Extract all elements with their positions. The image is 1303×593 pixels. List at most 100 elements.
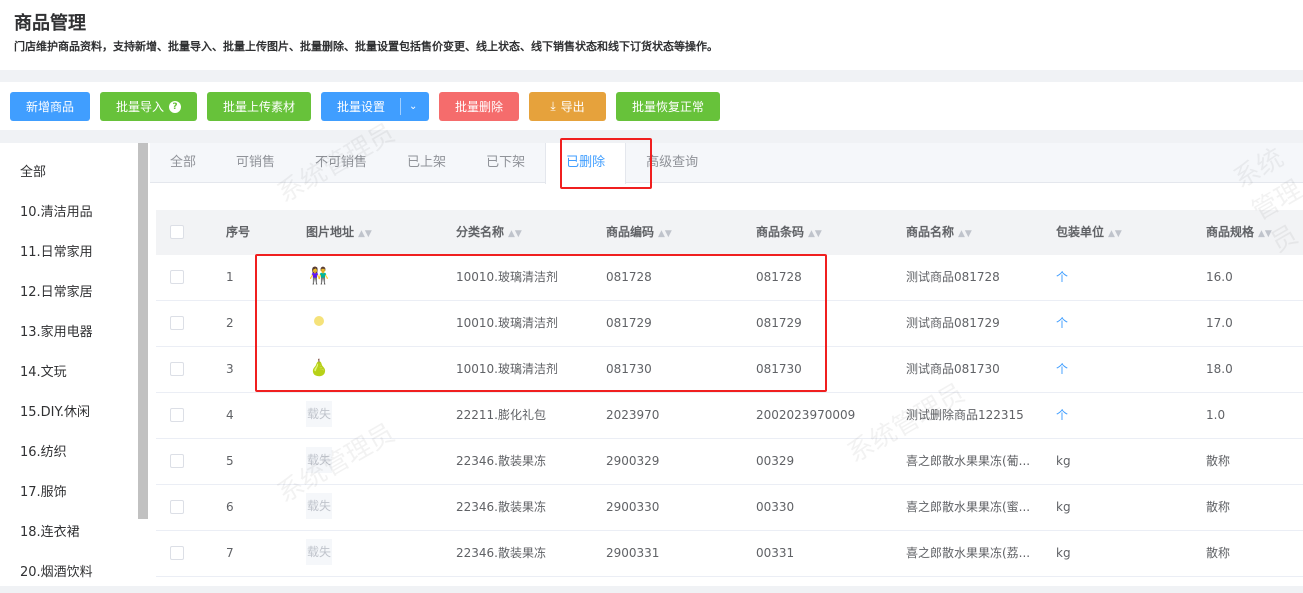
- row-checkbox[interactable]: [170, 408, 184, 422]
- sidebar-item[interactable]: 17.服饰: [0, 473, 150, 513]
- cell-unit: 个: [1056, 316, 1069, 330]
- sidebar-item[interactable]: 15.DIY.休闲: [0, 393, 150, 433]
- cell-no: 5: [226, 454, 234, 468]
- image-failed[interactable]: 载失: [306, 447, 332, 473]
- sidebar-item[interactable]: 11.日常家用: [0, 233, 150, 273]
- sidebar-scrollbar[interactable]: [138, 143, 148, 519]
- sort-icon[interactable]: ▲▼: [1258, 229, 1272, 239]
- page-title: 商品管理: [14, 13, 86, 34]
- cell-name: 喜之郎散水果果冻(葡...: [906, 454, 1031, 468]
- cell-code: 2900331: [606, 546, 660, 560]
- cell-cat: 22346.散装果冻: [456, 454, 546, 468]
- column-header: 序号: [226, 210, 250, 255]
- highlight-deleted-tab: [560, 138, 652, 189]
- column-label: 商品规格: [1206, 225, 1255, 239]
- cell-unit: kg: [1056, 500, 1071, 514]
- upload-label: 批量上传素材: [222, 100, 295, 114]
- sort-icon[interactable]: ▲▼: [958, 229, 972, 239]
- sort-icon[interactable]: ▲▼: [658, 229, 672, 239]
- cell-name: 测试商品081728: [906, 270, 1000, 284]
- batch-delete-button[interactable]: 批量删除: [439, 92, 519, 121]
- column-label: 商品编码: [606, 225, 655, 239]
- row-checkbox[interactable]: [170, 362, 184, 376]
- export-label: 导出: [560, 100, 585, 114]
- batch-upload-button[interactable]: 批量上传素材: [207, 92, 311, 121]
- table-row[interactable]: 载失 4 22211.膨化礼包 2023970 2002023970009 测试删除商品1…: [156, 393, 1303, 439]
- cell-unit: 个: [1056, 408, 1069, 422]
- row-checkbox[interactable]: [170, 316, 184, 330]
- add-label: 新增商品: [25, 100, 74, 114]
- sidebar-item[interactable]: 18.连衣裙: [0, 513, 150, 553]
- divider: [400, 98, 401, 115]
- tab[interactable]: 不可销售: [295, 143, 387, 182]
- cell-no: 4: [226, 408, 234, 422]
- column-header[interactable]: 分类名称 ▲▼: [456, 210, 522, 257]
- batch-restore-button[interactable]: 批量恢复正常: [616, 92, 720, 121]
- export-button[interactable]: ⤓ 导出: [529, 92, 606, 121]
- cell-unit: kg: [1056, 454, 1071, 468]
- cell-spec: 散称: [1206, 546, 1231, 560]
- cell-name: 喜之郎散水果果冻(蜜...: [906, 500, 1031, 514]
- column-label: 包装单位: [1056, 225, 1105, 239]
- row-checkbox[interactable]: [170, 546, 184, 560]
- column-label: 分类名称: [456, 225, 505, 239]
- cell-name: 喜之郎散水果果冻(荔...: [906, 546, 1031, 560]
- column-header[interactable]: 商品条码 ▲▼: [756, 210, 822, 257]
- cell-spec: 1.0: [1206, 408, 1226, 422]
- column-header[interactable]: 图片地址 ▲▼: [306, 210, 372, 257]
- table-header: 序号 图片地址 ▲▼ 分类名称 ▲▼ 商品编码 ▲▼ 商品条码 ▲▼ 商品名称 ▲▼ 包装单位 ▲▼ 商品…: [156, 210, 1303, 255]
- row-checkbox[interactable]: [170, 500, 184, 514]
- page-header: 商品管理 门店维护商品资料，支持新增、批量导入、批量上传图片、批量删除、批量设置…: [0, 0, 1303, 70]
- table-row[interactable]: 载失 5 22346.散装果冻 2900329 00329 喜之郎散水果果冻(葡... kg…: [156, 439, 1303, 485]
- image-failed[interactable]: 载失: [306, 401, 332, 427]
- image-failed[interactable]: 载失: [306, 539, 332, 565]
- chevron-down-icon[interactable]: ⌄: [409, 101, 417, 112]
- cell-code: 2023970: [606, 408, 660, 422]
- table-row[interactable]: 载失 7 22346.散装果冻 2900331 00331 喜之郎散水果果冻(荔... kg…: [156, 531, 1303, 577]
- help-icon[interactable]: ?: [169, 100, 181, 113]
- sort-icon[interactable]: ▲▼: [358, 229, 372, 239]
- column-label: 商品条码: [756, 225, 805, 239]
- sort-icon[interactable]: ▲▼: [1108, 229, 1122, 239]
- cell-spec: 16.0: [1206, 270, 1233, 284]
- select-all-checkbox[interactable]: [170, 225, 184, 239]
- cell-code: 2900330: [606, 500, 660, 514]
- column-header[interactable]: 包装单位 ▲▼: [1056, 210, 1122, 257]
- cell-no: 6: [226, 500, 234, 514]
- sidebar-item[interactable]: 16.纺织: [0, 433, 150, 473]
- cell-barcode: 00329: [756, 454, 795, 468]
- sidebar-item[interactable]: 全部: [0, 153, 150, 193]
- tab[interactable]: 可销售: [216, 143, 295, 182]
- sort-icon[interactable]: ▲▼: [808, 229, 822, 239]
- cell-name: 测试商品081730: [906, 362, 1000, 376]
- cell-code: 2900329: [606, 454, 660, 468]
- column-header[interactable]: 商品名称 ▲▼: [906, 210, 972, 257]
- cell-spec: 散称: [1206, 500, 1231, 514]
- delete-label: 批量删除: [454, 100, 503, 114]
- cell-unit: 个: [1056, 270, 1069, 284]
- row-checkbox[interactable]: [170, 454, 184, 468]
- image-failed[interactable]: 载失: [306, 493, 332, 519]
- column-header[interactable]: 商品规格 ▲▼: [1206, 210, 1272, 257]
- cell-spec: 18.0: [1206, 362, 1233, 376]
- add-product-button[interactable]: 新增商品: [10, 92, 90, 121]
- column-header[interactable]: 商品编码 ▲▼: [606, 210, 672, 257]
- row-checkbox[interactable]: [170, 270, 184, 284]
- sidebar-item[interactable]: 20.烟酒饮料: [0, 553, 150, 593]
- tab[interactable]: 已上架: [387, 143, 466, 182]
- batch-import-button[interactable]: 批量导入?: [100, 92, 197, 121]
- cell-unit: kg: [1056, 546, 1071, 560]
- tab[interactable]: 全部: [150, 143, 216, 182]
- settings-label: 批量设置: [337, 100, 386, 114]
- tab[interactable]: 已下架: [466, 143, 545, 182]
- sidebar-item[interactable]: 12.日常家居: [0, 273, 150, 313]
- table-row[interactable]: 载失 6 22346.散装果冻 2900330 00330 喜之郎散水果果冻(蜜... kg…: [156, 485, 1303, 531]
- sort-icon[interactable]: ▲▼: [508, 229, 522, 239]
- sidebar-item[interactable]: 10.清洁用品: [0, 193, 150, 233]
- sidebar-item[interactable]: 13.家用电器: [0, 313, 150, 353]
- batch-settings-button[interactable]: 批量设置 ⌄: [321, 92, 429, 121]
- sidebar-item[interactable]: 14.文玩: [0, 353, 150, 393]
- status-tabs: 全部 可销售 不可销售 已上架 已下架 已删除 高级查询: [150, 143, 1303, 184]
- column-label: 序号: [226, 225, 251, 239]
- cell-name: 测试删除商品122315: [906, 408, 1024, 422]
